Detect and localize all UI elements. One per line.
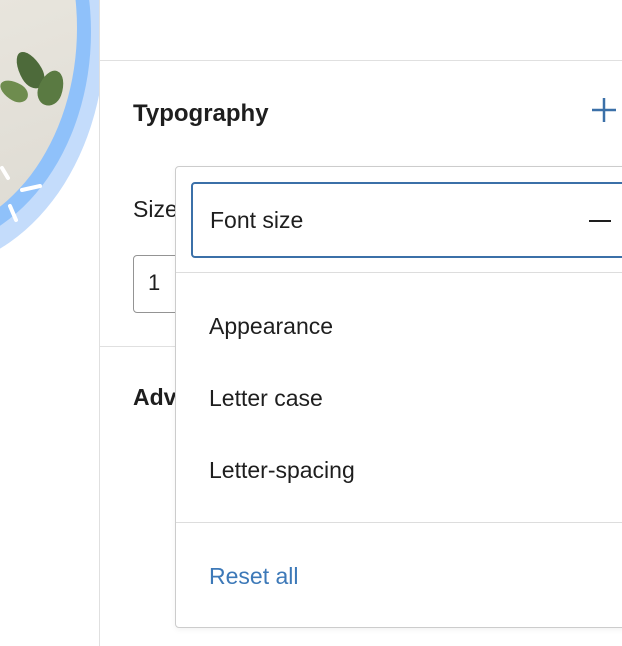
- plus-icon: [592, 98, 616, 122]
- reset-all-button[interactable]: Reset all: [209, 563, 298, 590]
- menu-item-appearance[interactable]: Appearance: [209, 313, 333, 340]
- image-block-selection-outline[interactable]: [0, 0, 99, 270]
- typography-options-menu: Font size Appearance Letter case Letter-…: [175, 166, 622, 628]
- menu-item-font-size[interactable]: Font size: [191, 182, 622, 258]
- menu-item-letter-case[interactable]: Letter case: [209, 385, 323, 412]
- menu-item-letter-spacing[interactable]: Letter-spacing: [209, 457, 355, 484]
- menu-item-label: Font size: [210, 206, 304, 233]
- font-size-label: Size: [133, 196, 178, 222]
- editor-stage: Typography Size 1 Adv Font size Appearan…: [0, 0, 622, 646]
- menu-separator: [176, 522, 622, 523]
- typography-options-button[interactable]: [590, 94, 618, 126]
- minus-icon: [589, 220, 611, 222]
- section-divider: [100, 60, 622, 61]
- menu-separator: [176, 272, 622, 273]
- editor-canvas: [0, 0, 99, 646]
- loading-spinner-icon: [0, 166, 42, 222]
- advanced-panel-title[interactable]: Adv: [133, 384, 176, 411]
- typography-panel-title: Typography: [133, 100, 269, 127]
